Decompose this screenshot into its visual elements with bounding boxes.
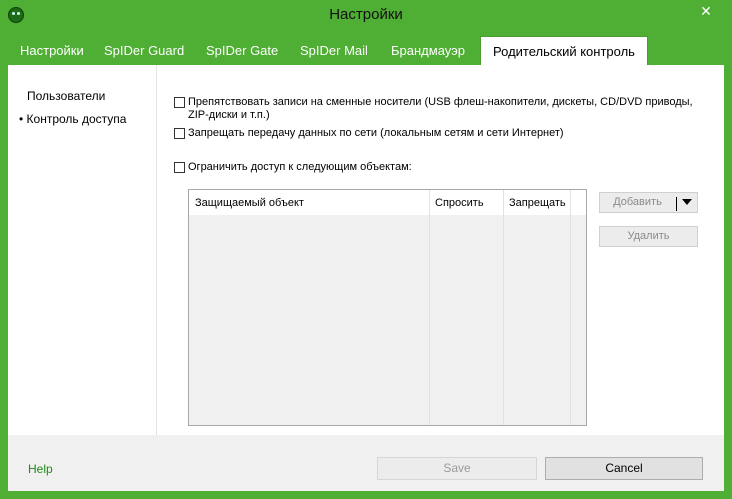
column-divider <box>570 190 571 425</box>
block-removable-label[interactable]: Препятствовать записи на сменные носител… <box>188 96 708 122</box>
restrict-objects-checkbox[interactable] <box>174 162 185 173</box>
column-divider <box>503 190 504 425</box>
block-removable-checkbox[interactable] <box>174 97 185 108</box>
close-button[interactable]: ✕ <box>686 1 726 21</box>
title-bar: Настройки ✕ <box>0 0 732 32</box>
column-divider <box>429 190 430 425</box>
table-header: Защищаемый объект Спросить Запрещать <box>189 190 586 215</box>
column-header-object[interactable]: Защищаемый объект <box>189 190 429 215</box>
tab-spider-gate[interactable]: SpIDer Gate <box>206 36 278 65</box>
tab-bar: Настройки SpIDer Guard SpIDer Gate SpIDe… <box>0 36 732 65</box>
tab-firewall[interactable]: Брандмауэр <box>391 36 465 65</box>
help-link[interactable]: Help <box>28 462 53 476</box>
column-header-ask[interactable]: Спросить <box>429 190 503 215</box>
protected-objects-table[interactable]: Защищаемый объект Спросить Запрещать <box>188 189 587 426</box>
block-network-checkbox[interactable] <box>174 128 185 139</box>
content-panel: Пользователи • Контроль доступа Препятст… <box>8 65 724 435</box>
tab-parental-control[interactable]: Родительский контроль <box>480 36 648 65</box>
add-button-label: Добавить <box>613 196 662 208</box>
sidebar-item-users[interactable]: Пользователи <box>27 89 105 103</box>
split-divider <box>676 197 677 211</box>
restrict-objects-label[interactable]: Ограничить доступ к следующим объектам: <box>188 161 412 174</box>
dropdown-arrow-icon[interactable] <box>682 199 692 205</box>
client-area: Пользователи • Контроль доступа Препятст… <box>8 65 724 491</box>
tab-spider-guard[interactable]: SpIDer Guard <box>104 36 184 65</box>
block-network-label[interactable]: Запрещать передачу данных по сети (локал… <box>188 127 564 140</box>
sidebar-item-access-control[interactable]: • Контроль доступа <box>19 112 126 126</box>
sidebar-divider <box>156 65 157 435</box>
column-header-deny[interactable]: Запрещать <box>503 190 571 215</box>
delete-button[interactable]: Удалить <box>599 226 698 247</box>
add-button[interactable]: Добавить <box>599 192 698 213</box>
window-title: Настройки <box>329 6 403 23</box>
tab-settings[interactable]: Настройки <box>20 36 84 65</box>
cancel-button[interactable]: Cancel <box>545 457 703 480</box>
save-button[interactable]: Save <box>377 457 537 480</box>
tab-spider-mail[interactable]: SpIDer Mail <box>300 36 368 65</box>
